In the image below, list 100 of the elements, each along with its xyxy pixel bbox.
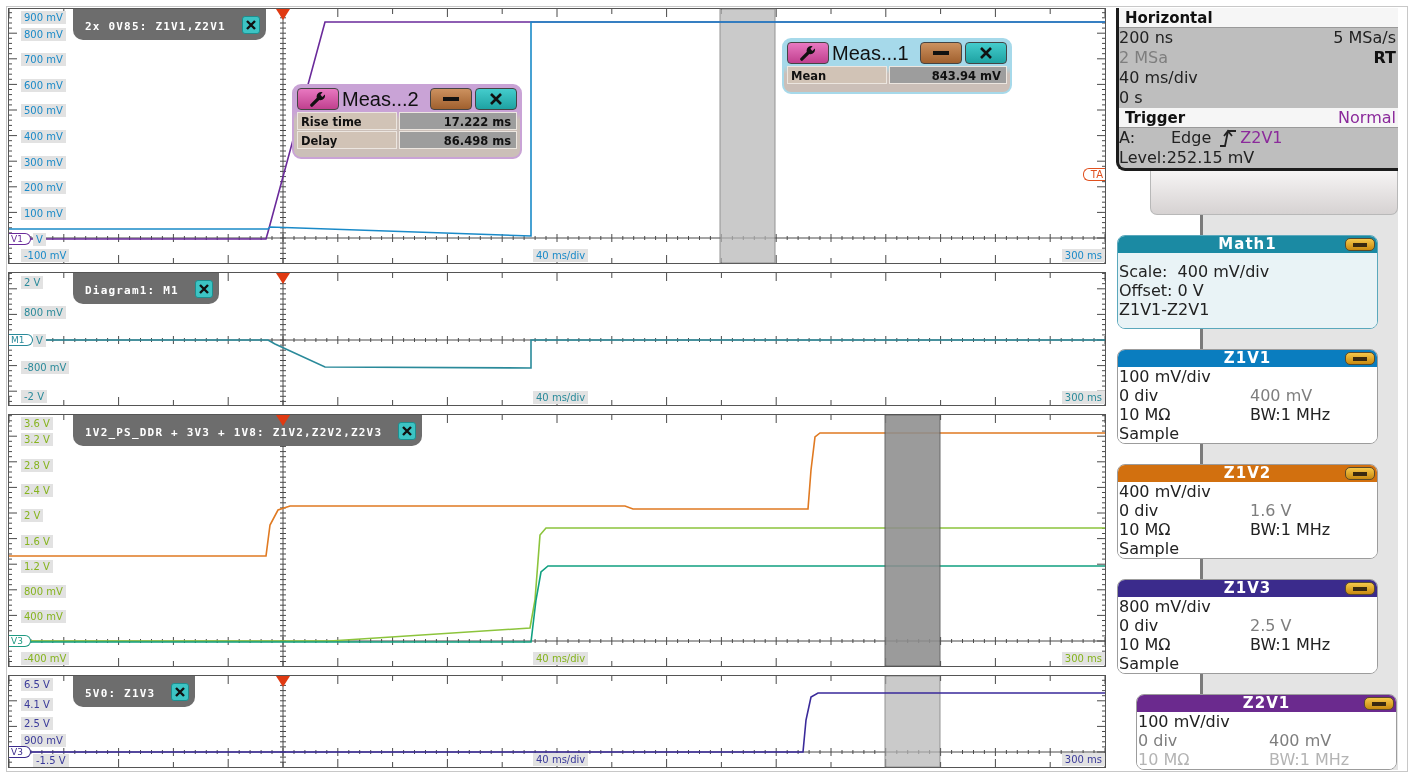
- minimize-button[interactable]: [1345, 582, 1375, 595]
- settings-button[interactable]: [297, 88, 339, 110]
- channel-setting: BW:1 MHz: [1269, 750, 1351, 769]
- card-header[interactable]: Z2V1: [1137, 695, 1396, 712]
- channel-name: Z1V2: [1222, 465, 1273, 482]
- axis-label: 300 ms: [1061, 391, 1105, 404]
- channel-setting: 10 MΩ: [1119, 405, 1172, 424]
- channel-setting: Offset: 0 V: [1119, 281, 1204, 300]
- channel-setting: 0 div: [1119, 386, 1160, 405]
- card-header[interactable]: Z1V1: [1118, 350, 1377, 367]
- channel-setting: Sample: [1119, 424, 1179, 443]
- channel-setting: 400 mV: [1250, 386, 1314, 405]
- rising-edge-icon: [1219, 129, 1238, 147]
- axis-label: 300 ms: [1061, 753, 1105, 766]
- minus-icon: [1353, 242, 1367, 247]
- close-icon: [245, 19, 256, 30]
- card-header[interactable]: Z1V3: [1118, 580, 1377, 597]
- section-title: Horizontal: [1125, 8, 1213, 27]
- channel-setting: BW:1 MHz: [1250, 405, 1332, 424]
- close-button[interactable]: [171, 682, 190, 701]
- setting-value: 5 MSa/s: [1333, 28, 1396, 48]
- trigger-mode: Normal: [1338, 108, 1396, 127]
- minus-icon: [1353, 356, 1367, 361]
- trigger-marker-icon[interactable]: [276, 676, 290, 687]
- minimize-button[interactable]: [1345, 352, 1375, 365]
- channel-setting: 10 MΩ: [1119, 520, 1172, 539]
- section-header[interactable]: Trigger Normal: [1119, 108, 1398, 128]
- channel-setting: 10 MΩ: [1138, 750, 1191, 769]
- close-button[interactable]: [398, 421, 417, 440]
- minus-icon: [933, 51, 949, 55]
- close-button[interactable]: [241, 15, 260, 34]
- channel-name: Z2V1: [1241, 695, 1292, 712]
- trigger-source: Z2V1: [1240, 128, 1283, 148]
- section-header[interactable]: Horizontal: [1119, 8, 1398, 28]
- measurement-label: Rise time: [297, 112, 397, 130]
- channel-name: Math1: [1217, 236, 1278, 253]
- diagram-title: Diagram1: M1: [85, 282, 179, 297]
- close-icon: [980, 47, 992, 59]
- axis-label: 40 ms/div: [533, 652, 589, 665]
- axis-label: 40 ms/div: [533, 249, 589, 262]
- close-icon: [402, 425, 413, 436]
- axis-label: 40 ms/div: [533, 753, 589, 766]
- setting-value: 200 ns: [1119, 28, 1174, 48]
- minus-icon: [443, 97, 459, 101]
- channel-setting: 2.5 V: [1250, 616, 1293, 635]
- channel-setting: 0 div: [1119, 501, 1160, 520]
- channel-setting: 400 mV: [1269, 731, 1333, 750]
- channel-setting: Sample: [1119, 539, 1179, 558]
- trigger-type: Edge: [1171, 128, 1212, 148]
- channel-setting: Scale: 400 mV/div: [1119, 262, 1270, 281]
- trigger-channel-label: A:: [1119, 128, 1137, 148]
- channel-setting: Sample: [1119, 654, 1179, 673]
- channel-setting: 0 div: [1138, 731, 1179, 750]
- setting-value: 0 s: [1119, 88, 1143, 108]
- channel-tag[interactable]: V3: [9, 746, 31, 758]
- setting-value: 40 ms/div: [1119, 68, 1198, 88]
- wrench-icon: [799, 45, 817, 61]
- channel-tag[interactable]: V1: [9, 233, 31, 245]
- channel-tag[interactable]: V3: [9, 635, 31, 647]
- axis-label: 300 ms: [1061, 652, 1105, 665]
- minimize-button[interactable]: [430, 88, 472, 110]
- minimize-button[interactable]: [1345, 238, 1375, 251]
- channel-setting: 400 mV/div: [1119, 482, 1211, 501]
- settings-button[interactable]: [787, 42, 829, 64]
- trigger-marker-icon[interactable]: [276, 273, 290, 284]
- minimize-button[interactable]: [920, 42, 962, 64]
- minus-icon: [1353, 586, 1367, 591]
- channel-name: Z1V1: [1222, 350, 1273, 367]
- channel-setting: 100 mV/div: [1138, 712, 1230, 731]
- minus-icon: [1372, 701, 1386, 706]
- minimize-button[interactable]: [1364, 697, 1394, 710]
- diagram-title: 2x 0V85: Z1V1,Z2V1: [85, 18, 226, 33]
- channel-setting: 1.6 V: [1250, 501, 1293, 520]
- channel-setting: 800 mV/div: [1119, 597, 1211, 616]
- minus-icon: [1353, 471, 1367, 476]
- trigger-marker-icon[interactable]: [276, 415, 290, 426]
- channel-setting: 0 div: [1119, 616, 1160, 635]
- setting-value: 2 MSa: [1119, 48, 1169, 68]
- channel-name: Z1V3: [1222, 580, 1273, 597]
- measurement-title: Meas...1: [832, 41, 910, 65]
- close-icon: [490, 93, 502, 105]
- wrench-icon: [309, 91, 327, 107]
- measurement-title: Meas...2: [342, 87, 420, 111]
- channel-tag[interactable]: M1: [9, 334, 33, 346]
- axis-label: 300 ms: [1061, 249, 1105, 262]
- minimize-button[interactable]: [1345, 467, 1375, 480]
- close-button[interactable]: [194, 279, 213, 298]
- section-title: Trigger: [1125, 108, 1186, 127]
- channel-setting: BW:1 MHz: [1250, 520, 1332, 539]
- trigger-threshold: Level:252.15 mV: [1119, 148, 1255, 168]
- measurement-value: 843.94 mV: [889, 66, 1007, 84]
- diagram-title: 5V0: Z1V3: [85, 685, 156, 700]
- setting-value: RT: [1373, 48, 1396, 68]
- close-button[interactable]: [475, 88, 517, 110]
- trigger-marker-icon[interactable]: [276, 9, 290, 20]
- measurement-value: 86.498 ms: [399, 131, 517, 149]
- card-header[interactable]: Math1: [1118, 236, 1377, 253]
- channel-setting: 100 mV/div: [1119, 367, 1211, 386]
- close-button[interactable]: [965, 42, 1007, 64]
- measurement-value: 17.222 ms: [399, 112, 517, 130]
